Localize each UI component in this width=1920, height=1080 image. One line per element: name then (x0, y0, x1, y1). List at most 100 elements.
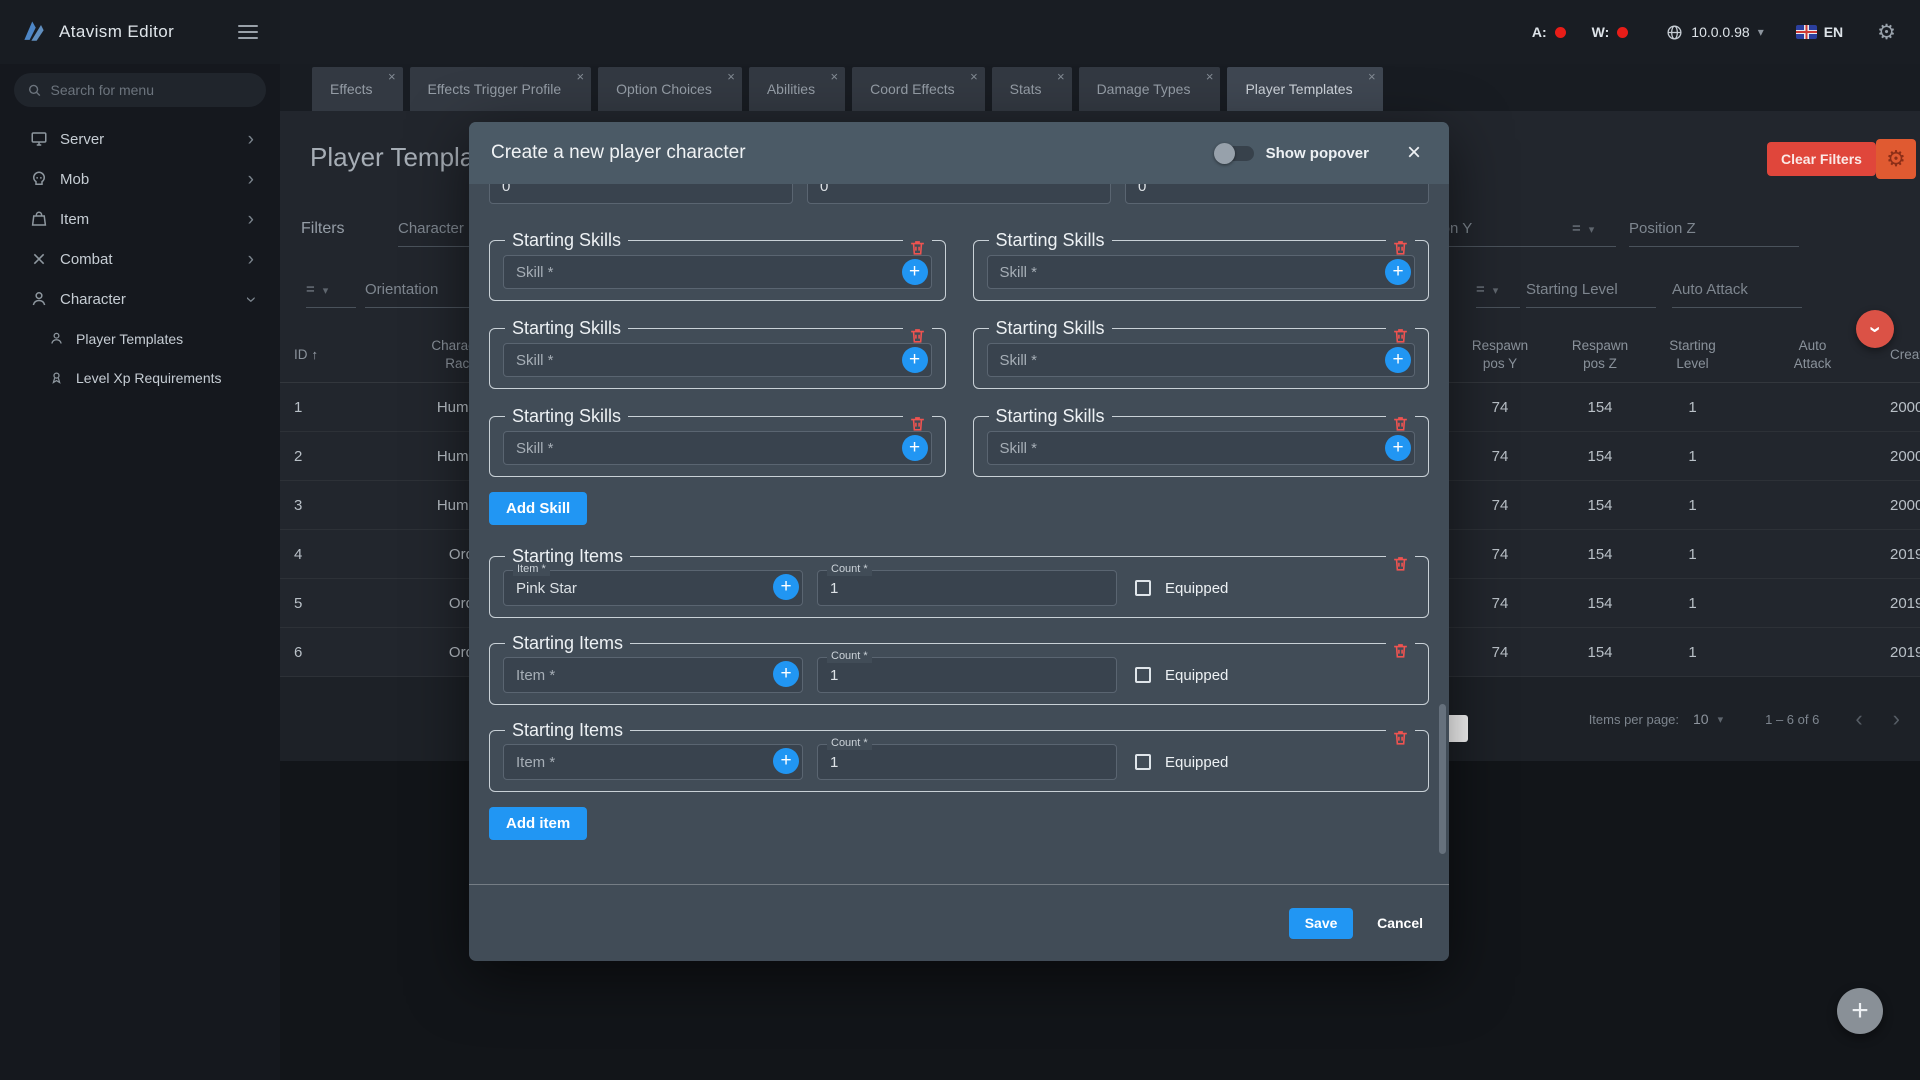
search-icon (28, 84, 41, 96)
cell-created: 2019 (1890, 545, 1920, 563)
item-input[interactable] (503, 744, 803, 780)
server-select[interactable]: 10.0.0.98 ▾ (1666, 24, 1764, 41)
tab-close-icon[interactable]: × (388, 70, 396, 83)
numeric-field[interactable] (807, 184, 1111, 204)
starting-skills-fieldset: Starting Skills + (489, 318, 946, 389)
tab-close-icon[interactable]: × (970, 70, 978, 83)
sidebar-item-item[interactable]: Item › (0, 199, 280, 239)
starting-skills-fieldset: Starting Skills + (972, 406, 1429, 477)
add-item-plus-button[interactable]: + (773, 748, 799, 774)
add-skill-plus-button[interactable]: + (901, 259, 928, 285)
tab-close-icon[interactable]: × (577, 70, 585, 83)
items-per-page-select[interactable]: 10 ▾ (1693, 711, 1723, 727)
show-popover-toggle[interactable] (1213, 142, 1254, 164)
sidebar-item-player-templates[interactable]: Player Templates (0, 319, 280, 358)
modal-scrollbar[interactable] (1439, 704, 1446, 854)
starting-skills-legend: Starting Skills (995, 230, 1105, 250)
filter-auto-attack-field[interactable]: Auto Attack (1672, 281, 1802, 308)
plus-icon: + (908, 349, 921, 370)
world-status: W: (1592, 24, 1629, 40)
skill-input[interactable] (503, 431, 932, 465)
column-header-respawn-pos-z[interactable]: Respawn pos Z (1550, 337, 1650, 372)
add-skill-plus-button[interactable]: + (1385, 347, 1411, 373)
starting-skills-legend: Starting Skills (512, 318, 622, 338)
save-button[interactable]: Save (1289, 907, 1354, 939)
scroll-to-bottom-button[interactable]: › (1856, 310, 1894, 348)
operator-value: = (306, 281, 315, 298)
cell-created: 2019 (1890, 594, 1920, 612)
numeric-field[interactable] (489, 184, 793, 204)
sidebar-item-combat[interactable]: Combat › (0, 239, 280, 279)
tab-effects-trigger-profile[interactable]: Effects Trigger Profile × (409, 67, 592, 111)
sidebar-item-character[interactable]: Character › (0, 279, 280, 319)
sidebar-item-level-xp-requirements[interactable]: Level Xp Requirements (0, 358, 280, 397)
prev-page-button[interactable]: ‹ (1855, 708, 1862, 730)
delete-item-button[interactable] (1386, 641, 1415, 660)
add-skill-plus-button[interactable]: + (1385, 435, 1411, 461)
player-templates-icon (47, 331, 65, 346)
tab-close-icon[interactable]: × (1057, 70, 1065, 83)
cell-respawn-y: 74 (1491, 398, 1509, 416)
column-header-created[interactable]: Creat (1890, 346, 1920, 364)
language-select[interactable]: EN (1795, 24, 1843, 40)
sidebar-item-mob[interactable]: Mob › (0, 159, 280, 199)
add-skill-plus-button[interactable]: + (901, 435, 928, 461)
add-skill-plus-button[interactable]: + (1385, 259, 1411, 285)
settings-gear-button[interactable]: ⚙ (1877, 22, 1896, 43)
chevron-down-icon: ▾ (1757, 25, 1764, 39)
equipped-checkbox[interactable] (1135, 580, 1151, 596)
tab-close-icon[interactable]: × (1368, 70, 1376, 83)
server-icon (29, 130, 49, 148)
tab-effects[interactable]: Effects × (312, 67, 403, 111)
cell-created: 2019 (1890, 643, 1920, 661)
sidebar-item-label: Item (60, 210, 90, 228)
add-item-button[interactable]: Add item (489, 807, 588, 840)
tab-close-icon[interactable]: × (727, 70, 735, 83)
column-header-respawn-pos-y[interactable]: Respawn pos Y (1450, 337, 1550, 372)
filter-operator-select[interactable]: = ▾ (1572, 220, 1616, 247)
next-page-button[interactable]: › (1893, 708, 1900, 730)
dialog-close-button[interactable]: × (1407, 141, 1421, 165)
tab-coord-effects[interactable]: Coord Effects × (852, 67, 985, 111)
tab-close-icon[interactable]: × (831, 70, 839, 83)
sidebar-item-server[interactable]: Server › (0, 119, 280, 159)
skill-input[interactable] (503, 343, 932, 377)
equipped-checkbox[interactable] (1135, 667, 1151, 683)
skill-input[interactable] (503, 255, 932, 289)
equipped-checkbox[interactable] (1135, 754, 1151, 770)
menu-search[interactable] (14, 73, 266, 107)
filter-operator-select[interactable]: = ▾ (306, 281, 356, 308)
tab-abilities[interactable]: Abilities × (748, 67, 846, 111)
tab-stats[interactable]: Stats × (991, 67, 1072, 111)
tab-option-choices[interactable]: Option Choices × (598, 67, 742, 111)
tab-label: Effects Trigger Profile (427, 81, 562, 97)
skill-input[interactable] (986, 255, 1415, 289)
cancel-button[interactable]: Cancel (1377, 915, 1423, 931)
skill-input[interactable] (986, 431, 1415, 465)
delete-item-button[interactable] (1386, 728, 1415, 747)
table-settings-button[interactable]: ⚙ (1876, 139, 1916, 179)
add-new-button[interactable]: + (1837, 988, 1883, 1034)
tab-player-templates[interactable]: Player Templates × (1227, 67, 1383, 111)
skill-input[interactable] (986, 343, 1415, 377)
delete-item-button[interactable] (1386, 554, 1415, 573)
filter-operator-select[interactable]: = ▾ (1476, 281, 1520, 308)
tab-close-icon[interactable]: × (1206, 70, 1214, 83)
tab-label: Stats (1009, 81, 1042, 97)
tab-bar: Effects × Effects Trigger Profile × Option… (280, 64, 1920, 111)
add-skill-button[interactable]: Add Skill (489, 492, 588, 525)
world-status-label: W: (1591, 24, 1610, 40)
item-input[interactable] (503, 657, 803, 693)
numeric-field[interactable] (1125, 184, 1429, 204)
column-header-id[interactable]: ID ↑ (280, 346, 386, 364)
column-header-starting-level[interactable]: Starting Level (1650, 337, 1735, 372)
filter-starting-level-field[interactable]: Starting Level (1526, 281, 1656, 308)
clear-filters-button[interactable]: Clear Filters (1767, 142, 1876, 176)
add-skill-plus-button[interactable]: + (901, 347, 928, 373)
add-item-plus-button[interactable]: + (773, 574, 799, 600)
menu-toggle-button[interactable] (236, 21, 260, 43)
filter-position-z-field[interactable]: Position Z (1629, 220, 1799, 247)
menu-search-input[interactable] (50, 82, 252, 98)
tab-damage-types[interactable]: Damage Types × (1078, 67, 1221, 111)
add-item-plus-button[interactable]: + (773, 661, 799, 687)
